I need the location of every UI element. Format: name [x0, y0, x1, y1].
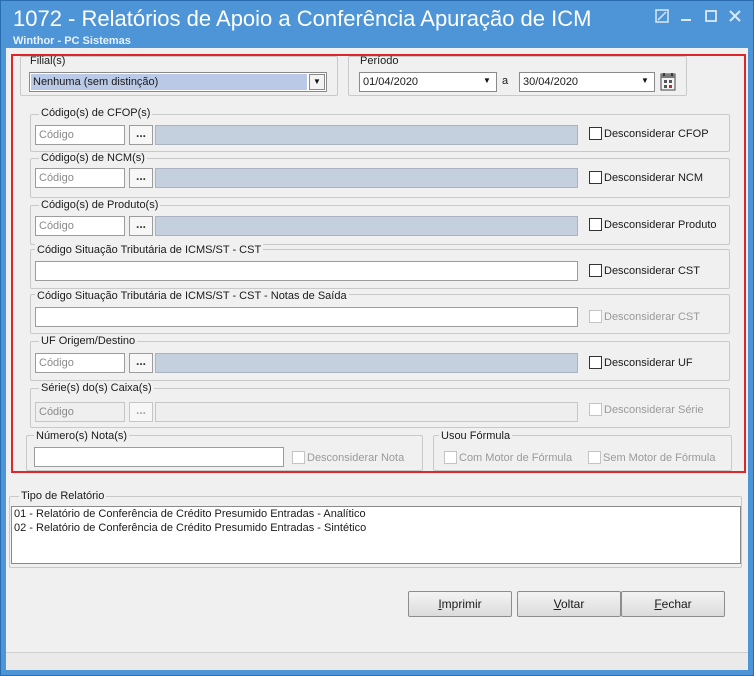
- produto-label: Código(s) de Produto(s): [39, 199, 161, 211]
- periodo-from-value: 01/04/2020: [363, 76, 419, 88]
- app-window: 1072 - Relatórios de Apoio a Conferência…: [0, 0, 754, 676]
- produto-code-input[interactable]: Código: [35, 216, 125, 236]
- desconsiderar-ncm-label: Desconsiderar NCM: [604, 171, 704, 184]
- desconsiderar-serie-label: Desconsiderar Série: [604, 403, 704, 416]
- minimize-icon[interactable]: [677, 9, 695, 25]
- cst-label: Código Situação Tributária de ICMS/ST - …: [35, 244, 264, 256]
- cfop-lookup-button[interactable]: ...: [129, 125, 153, 145]
- desconsiderar-produto-label: Desconsiderar Produto: [604, 218, 717, 231]
- nota-input[interactable]: [34, 447, 284, 467]
- periodo-label: Período: [360, 55, 399, 67]
- serie-label: Série(s) do(s) Caixa(s): [39, 382, 154, 394]
- desconsiderar-cst-saida-label: Desconsiderar CST: [604, 310, 700, 323]
- sem-motor-formula-checkbox: Sem Motor de Fórmula: [588, 451, 715, 467]
- pin-icon[interactable]: [653, 9, 671, 25]
- fechar-button[interactable]: Fechar: [621, 591, 725, 617]
- fechar-label: echar: [661, 597, 692, 611]
- cfop-code-input[interactable]: Código: [35, 125, 125, 145]
- desconsiderar-nota-label: Desconsiderar Nota: [307, 451, 405, 464]
- ncm-description-field: [155, 168, 578, 188]
- periodo-from-date[interactable]: 01/04/2020 ▼: [359, 72, 497, 92]
- uf-lookup-button[interactable]: ...: [129, 353, 153, 373]
- desconsiderar-uf-label: Desconsiderar UF: [604, 356, 693, 369]
- cst-input[interactable]: [35, 261, 578, 281]
- ncm-lookup-button[interactable]: ...: [129, 168, 153, 188]
- cfop-label: Código(s) de CFOP(s): [39, 107, 153, 119]
- periodo-to-label: a: [502, 75, 509, 87]
- desconsiderar-cst-saida-checkbox: Desconsiderar CST: [589, 310, 700, 326]
- com-motor-formula-checkbox: Com Motor de Fórmula: [444, 451, 572, 467]
- ncm-code-input[interactable]: Código: [35, 168, 125, 188]
- checkbox-icon: [589, 403, 602, 416]
- checkbox-icon[interactable]: [589, 127, 602, 140]
- status-bar: [6, 652, 748, 670]
- checkbox-icon: [292, 451, 305, 464]
- desconsiderar-nota-checkbox: Desconsiderar Nota: [292, 451, 404, 467]
- checkbox-icon[interactable]: [589, 218, 602, 231]
- chevron-down-icon[interactable]: ▼: [309, 74, 325, 90]
- list-item[interactable]: 01 - Relatório de Conferência de Crédito…: [12, 507, 740, 521]
- ncm-label: Código(s) de NCM(s): [39, 152, 147, 164]
- chevron-down-icon[interactable]: ▼: [637, 74, 653, 90]
- serie-lookup-button: ...: [129, 402, 153, 422]
- cfop-description-field: [155, 125, 578, 145]
- filial-select[interactable]: Nenhuma (sem distinção) ▼: [29, 72, 327, 92]
- window-title: 1072 - Relatórios de Apoio a Conferência…: [13, 6, 592, 31]
- checkbox-icon: [589, 310, 602, 323]
- desconsiderar-serie-checkbox: Desconsiderar Série: [589, 403, 704, 419]
- fechar-mnemonic: F: [654, 597, 662, 611]
- imprimir-button[interactable]: Imprimir: [408, 591, 512, 617]
- form-client-area: Filial(s) Nenhuma (sem distinção) ▼ Perí…: [6, 48, 748, 670]
- checkbox-icon[interactable]: [589, 356, 602, 369]
- checkbox-icon[interactable]: [589, 171, 602, 184]
- filial-selected-value: Nenhuma (sem distinção): [31, 74, 307, 90]
- desconsiderar-cfop-label: Desconsiderar CFOP: [604, 127, 709, 140]
- title-bar[interactable]: 1072 - Relatórios de Apoio a Conferência…: [1, 1, 753, 47]
- desconsiderar-cst-label: Desconsiderar CST: [604, 264, 700, 277]
- serie-description-field: [155, 402, 578, 422]
- checkbox-icon: [444, 451, 457, 464]
- com-motor-formula-label: Com Motor de Fórmula: [459, 451, 573, 464]
- maximize-icon[interactable]: [702, 9, 720, 25]
- serie-code-input: Código: [35, 402, 125, 422]
- sem-motor-formula-label: Sem Motor de Fórmula: [603, 451, 716, 464]
- desconsiderar-cst-checkbox[interactable]: Desconsiderar CST: [589, 264, 700, 280]
- uf-description-field: [155, 353, 578, 373]
- produto-description-field: [155, 216, 578, 236]
- list-item[interactable]: 02 - Relatório de Conferência de Crédito…: [12, 521, 740, 535]
- cst-saida-input[interactable]: [35, 307, 578, 327]
- desconsiderar-ncm-checkbox[interactable]: Desconsiderar NCM: [589, 171, 703, 187]
- tipo-relatorio-label: Tipo de Relatório: [19, 490, 107, 502]
- periodo-to-value: 30/04/2020: [523, 76, 579, 88]
- periodo-to-date[interactable]: 30/04/2020 ▼: [519, 72, 655, 92]
- imprimir-label: mprimir: [441, 597, 482, 611]
- formula-label: Usou Fórmula: [439, 430, 513, 442]
- desconsiderar-cfop-checkbox[interactable]: Desconsiderar CFOP: [589, 127, 709, 143]
- calendar-icon[interactable]: [658, 72, 678, 92]
- chevron-down-icon[interactable]: ▼: [479, 74, 495, 90]
- checkbox-icon: [588, 451, 601, 464]
- checkbox-icon[interactable]: [589, 264, 602, 277]
- desconsiderar-produto-checkbox[interactable]: Desconsiderar Produto: [589, 218, 717, 234]
- cst-saida-label: Código Situação Tributária de ICMS/ST - …: [35, 290, 349, 302]
- close-icon[interactable]: [726, 9, 744, 25]
- voltar-label: oltar: [561, 597, 585, 611]
- filial-label: Filial(s): [30, 55, 66, 67]
- nota-label: Número(s) Nota(s): [34, 430, 130, 442]
- desconsiderar-uf-checkbox[interactable]: Desconsiderar UF: [589, 356, 693, 372]
- tipo-relatorio-list[interactable]: 01 - Relatório de Conferência de Crédito…: [11, 506, 741, 564]
- uf-code-input[interactable]: Código: [35, 353, 125, 373]
- voltar-mnemonic: V: [553, 597, 561, 611]
- voltar-button[interactable]: Voltar: [517, 591, 621, 617]
- uf-label: UF Origem/Destino: [39, 335, 138, 347]
- produto-lookup-button[interactable]: ...: [129, 216, 153, 236]
- window-subtitle: Winthor - PC Sistemas: [13, 35, 131, 47]
